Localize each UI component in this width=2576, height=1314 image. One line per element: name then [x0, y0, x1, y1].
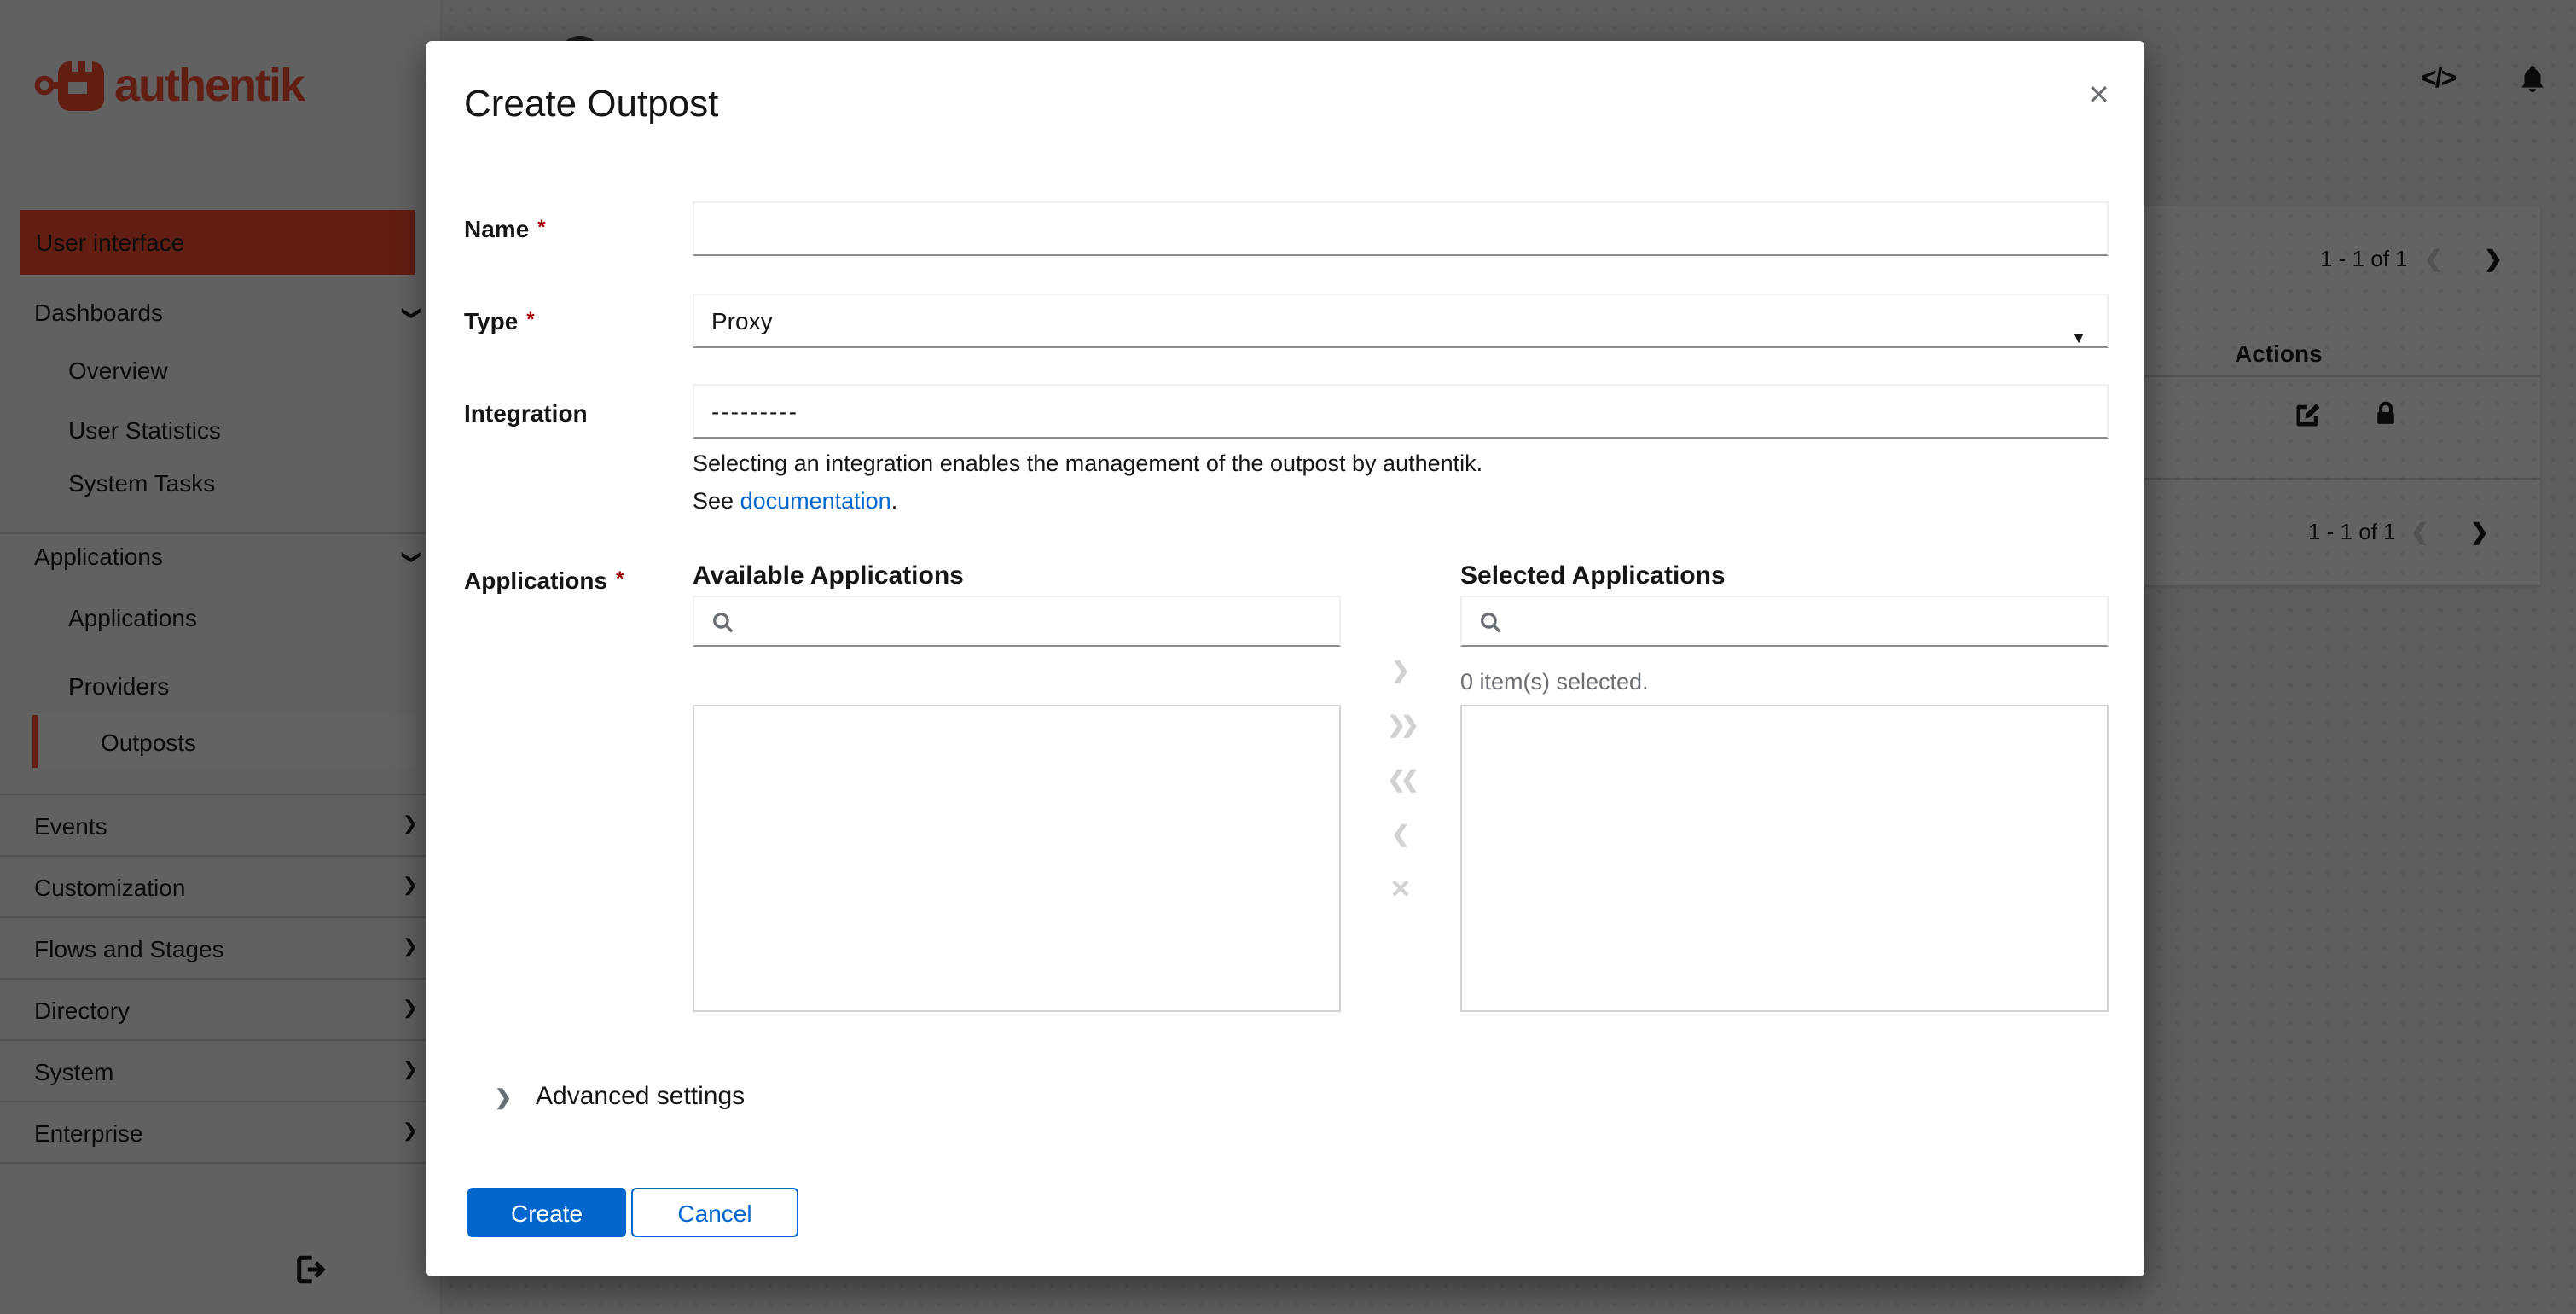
- chevron-right-icon[interactable]: ❯: [495, 1085, 512, 1109]
- required-marker: *: [526, 307, 535, 331]
- required-marker: *: [537, 215, 546, 239]
- available-search-input[interactable]: [746, 599, 1326, 643]
- documentation-link[interactable]: documentation: [740, 488, 891, 514]
- name-label: Name *: [464, 215, 546, 242]
- selected-applications-header: Selected Applications: [1460, 561, 1726, 590]
- clear-selection-icon[interactable]: ✕: [1358, 877, 1443, 903]
- available-applications-header: Available Applications: [693, 561, 964, 590]
- applications-label: Applications *: [464, 567, 624, 594]
- type-select[interactable]: Proxy ▼: [693, 294, 2109, 348]
- close-icon[interactable]: ✕: [2087, 83, 2110, 111]
- move-selected-right-icon[interactable]: ❯: [1358, 659, 1443, 681]
- type-label: Type *: [464, 307, 535, 334]
- required-marker: *: [616, 567, 624, 590]
- selected-search-input[interactable]: [1513, 599, 2093, 643]
- available-search: [693, 596, 1341, 647]
- name-field[interactable]: [693, 201, 2109, 256]
- integration-label: Integration: [464, 399, 588, 427]
- available-applications-list[interactable]: [693, 705, 1341, 1012]
- cancel-button[interactable]: Cancel: [631, 1188, 798, 1237]
- create-button[interactable]: Create: [467, 1188, 626, 1237]
- screen: authentik User interface Dashboards ❯ Ov…: [0, 0, 2576, 1314]
- move-all-right-icon[interactable]: ❯❯: [1358, 713, 1443, 735]
- modal-title: Create Outpost: [464, 82, 719, 125]
- selected-search: [1460, 596, 2109, 647]
- selected-applications-list[interactable]: [1460, 705, 2109, 1012]
- integration-help-text: Selecting an integration enables the man…: [693, 451, 1483, 476]
- create-outpost-modal: Create Outpost ✕ Name * Type * Proxy ▼ Int…: [426, 41, 2144, 1276]
- advanced-settings-toggle[interactable]: Advanced settings: [536, 1082, 745, 1111]
- search-icon: [713, 613, 734, 633]
- integration-doc-help: See documentation.: [693, 488, 898, 514]
- move-selected-left-icon[interactable]: ❮: [1358, 823, 1443, 845]
- caret-down-icon: ▼: [2071, 329, 2086, 346]
- selected-count-status: 0 item(s) selected.: [1460, 669, 1649, 695]
- search-icon: [1481, 613, 1501, 633]
- move-all-left-icon[interactable]: ❮❮: [1358, 768, 1443, 790]
- integration-select[interactable]: ---------: [693, 384, 2109, 439]
